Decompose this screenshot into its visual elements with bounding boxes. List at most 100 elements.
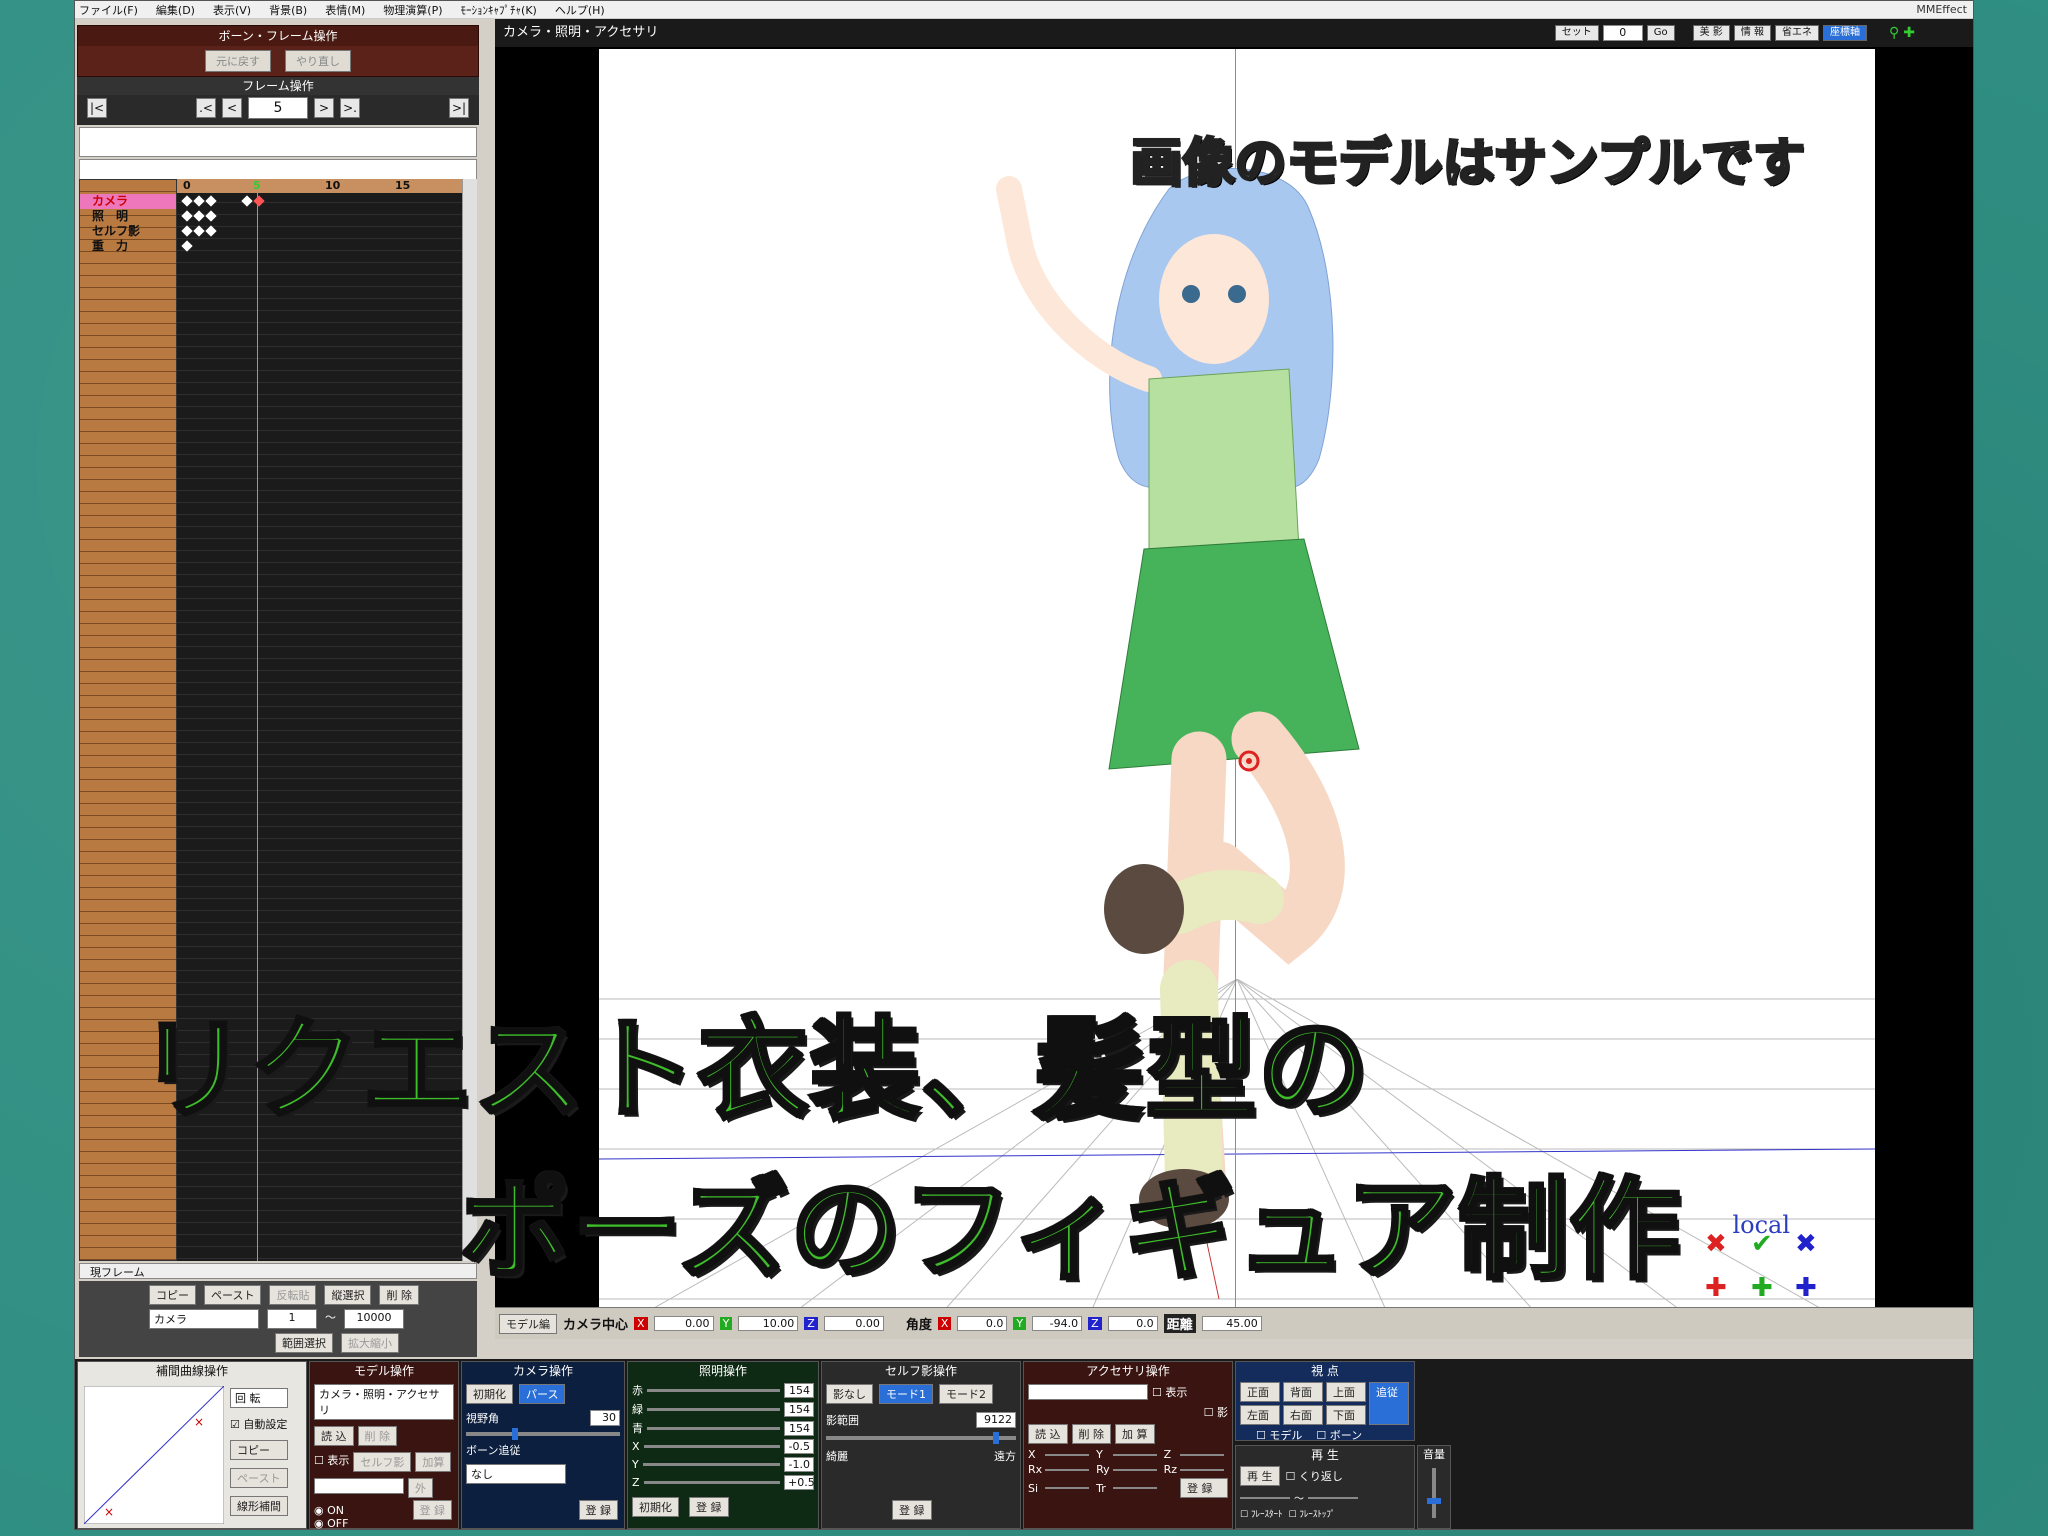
track-gravity[interactable]: 重 力 xyxy=(80,239,176,254)
light-init-button[interactable]: 初期化 xyxy=(632,1497,679,1517)
auto-setting-checkbox[interactable]: ☑ 自動設定 xyxy=(230,1416,288,1432)
interp-paste-button[interactable]: ペースト xyxy=(230,1468,288,1488)
go-button[interactable]: Go xyxy=(1646,25,1675,41)
info-button[interactable]: 情 報 xyxy=(1733,25,1771,41)
vert-select-button[interactable]: 縦選択 xyxy=(324,1285,372,1305)
shadow-range-thumb[interactable] xyxy=(993,1432,1000,1444)
volume-thumb[interactable] xyxy=(1427,1498,1441,1504)
fov-slider[interactable] xyxy=(466,1428,620,1440)
range-from-input[interactable]: 1 xyxy=(267,1309,317,1329)
model-bone-select[interactable] xyxy=(314,1478,404,1494)
last-frame-icon[interactable]: >| xyxy=(449,98,469,118)
angle-z-input[interactable]: 0.0 xyxy=(1107,1316,1158,1331)
frame-number-input[interactable]: 5 xyxy=(248,97,308,119)
light-b-slider[interactable] xyxy=(647,1426,780,1430)
light-z-input[interactable]: +0.5 xyxy=(784,1475,815,1490)
undo-button[interactable]: 元に戻す xyxy=(205,50,271,72)
menu-mmeffect[interactable]: MMEffect xyxy=(1916,3,1967,16)
prev-frame-icon[interactable]: < xyxy=(222,98,242,118)
acc-si-input[interactable] xyxy=(1045,1487,1090,1489)
camera-x-input[interactable]: 0.00 xyxy=(653,1316,714,1331)
axis-button[interactable]: 座標軸 xyxy=(1823,25,1867,41)
next-frame-icon[interactable]: > xyxy=(314,98,334,118)
light-y-slider[interactable] xyxy=(642,1463,780,1466)
scale-button[interactable]: 拡大縮小 xyxy=(341,1333,399,1353)
linear-interp-button[interactable]: 線形補間 xyxy=(230,1496,288,1516)
set-button[interactable]: セット xyxy=(1554,25,1599,41)
shadow-range-input[interactable]: 9122 xyxy=(976,1412,1016,1428)
model-outer-button[interactable]: 外 xyxy=(408,1478,433,1498)
acc-load-button[interactable]: 読 込 xyxy=(1028,1424,1068,1444)
view-bottom-button[interactable]: 下面 xyxy=(1326,1405,1366,1425)
acc-tr-input[interactable] xyxy=(1112,1487,1157,1489)
interp-rotate-select[interactable]: 回 転 xyxy=(230,1388,288,1408)
interp-curve[interactable]: × × xyxy=(84,1386,224,1524)
angle-y-input[interactable]: -94.0 xyxy=(1032,1316,1083,1331)
acc-register-button[interactable]: 登 録 xyxy=(1180,1478,1228,1498)
camera-register-button[interactable]: 登 録 xyxy=(578,1500,618,1520)
menu-motion-capture[interactable]: ﾓｰｼｮﾝｷｬﾌﾟﾁｬ(K) xyxy=(461,2,537,18)
set-frame-input[interactable]: 0 xyxy=(1602,25,1643,41)
view-follow-button[interactable]: 追従 xyxy=(1369,1382,1409,1425)
menu-view[interactable]: 表示(V) xyxy=(213,2,251,18)
acc-rz-input[interactable] xyxy=(1180,1468,1225,1471)
paste-button[interactable]: ペースト xyxy=(204,1285,262,1305)
model-selfshadow-button[interactable]: セルフ影 xyxy=(353,1452,412,1472)
distance-input[interactable]: 45.00 xyxy=(1201,1316,1262,1331)
redo-button[interactable]: やり直し xyxy=(285,50,351,72)
fov-slider-thumb[interactable] xyxy=(512,1428,519,1440)
model-edit-button[interactable]: モデル編 xyxy=(499,1313,557,1334)
light-b-input[interactable]: 154 xyxy=(784,1420,814,1436)
camera-y-input[interactable]: 10.00 xyxy=(738,1316,799,1331)
angle-x-input[interactable]: 0.0 xyxy=(957,1316,1008,1331)
eco-button[interactable]: 省エネ xyxy=(1775,25,1819,41)
target-select[interactable]: カメラ xyxy=(149,1309,259,1329)
gizmo-y-icon[interactable]: ✔ xyxy=(1751,1229,1773,1259)
gizmo-z2-icon[interactable]: ✚ xyxy=(1795,1273,1817,1303)
model-show-checkbox[interactable]: ☐ 表示 xyxy=(314,1452,349,1472)
perspective-button[interactable]: パース xyxy=(519,1384,566,1404)
gizmo-x-icon[interactable]: ✖ xyxy=(1705,1229,1727,1259)
menu-file[interactable]: ファイル(F) xyxy=(79,2,138,18)
camera-z-input[interactable]: 0.00 xyxy=(823,1316,884,1331)
shadow-mode1-button[interactable]: モード1 xyxy=(879,1384,933,1404)
menu-background[interactable]: 背景(B) xyxy=(269,2,307,18)
light-x-input[interactable]: -0.5 xyxy=(784,1439,814,1454)
light-g-input[interactable]: 154 xyxy=(784,1401,814,1417)
shadow-range-slider[interactable] xyxy=(826,1432,1016,1444)
menu-physics[interactable]: 物理演算(P) xyxy=(383,2,442,18)
play-from-input[interactable] xyxy=(1240,1496,1290,1499)
acc-show-checkbox[interactable]: ☐ 表示 xyxy=(1152,1384,1187,1400)
frame-stop-checkbox[interactable]: ☐ ﾌﾚｰｽﾄｯﾌﾟ xyxy=(1288,1507,1335,1520)
prev-key-icon[interactable]: .< xyxy=(196,98,216,118)
gizmo-y2-icon[interactable]: ✚ xyxy=(1751,1273,1773,1303)
acc-shadow-checkbox[interactable]: ☐ 影 xyxy=(1204,1404,1228,1420)
view-back-button[interactable]: 背面 xyxy=(1283,1382,1323,1402)
next-key-icon[interactable]: >. xyxy=(340,98,360,118)
reverse-paste-button[interactable]: 反転貼 xyxy=(269,1285,317,1305)
acc-x-input[interactable] xyxy=(1045,1453,1090,1456)
track-light[interactable]: 照 明 xyxy=(80,209,176,224)
view-top-button[interactable]: 上面 xyxy=(1326,1382,1366,1402)
menu-expression[interactable]: 表情(M) xyxy=(325,2,365,18)
first-frame-icon[interactable]: |< xyxy=(87,98,107,118)
view-left-button[interactable]: 左面 xyxy=(1240,1405,1280,1425)
view-bone-checkbox[interactable]: ☐ ボーン xyxy=(1316,1427,1362,1443)
acc-rx-input[interactable] xyxy=(1045,1468,1090,1471)
track-camera[interactable]: カメラ xyxy=(80,194,176,209)
model-add-button[interactable]: 加算 xyxy=(415,1452,452,1472)
gizmo-z-icon[interactable]: ✖ xyxy=(1795,1229,1817,1259)
shadow-none-button[interactable]: 影なし xyxy=(826,1384,873,1404)
acc-add-button[interactable]: 加 算 xyxy=(1115,1424,1155,1444)
play-to-input[interactable] xyxy=(1308,1496,1358,1499)
play-button[interactable]: 再 生 xyxy=(1240,1466,1280,1486)
zoom-icon[interactable]: ⚲ xyxy=(1889,25,1899,41)
volume-slider[interactable] xyxy=(1427,1468,1441,1518)
view-model-checkbox[interactable]: ☐ モデル xyxy=(1256,1427,1302,1443)
model-select[interactable]: カメラ・照明・アクセサリ xyxy=(314,1384,454,1420)
loop-checkbox[interactable]: ☐ くり返し xyxy=(1286,1468,1343,1484)
move-icon[interactable]: ✚ xyxy=(1903,25,1915,41)
acc-z-input[interactable] xyxy=(1180,1453,1225,1456)
light-g-slider[interactable] xyxy=(647,1407,780,1411)
frame-start-checkbox[interactable]: ☐ ﾌﾚｰｽﾀｰﾄ xyxy=(1240,1507,1282,1520)
